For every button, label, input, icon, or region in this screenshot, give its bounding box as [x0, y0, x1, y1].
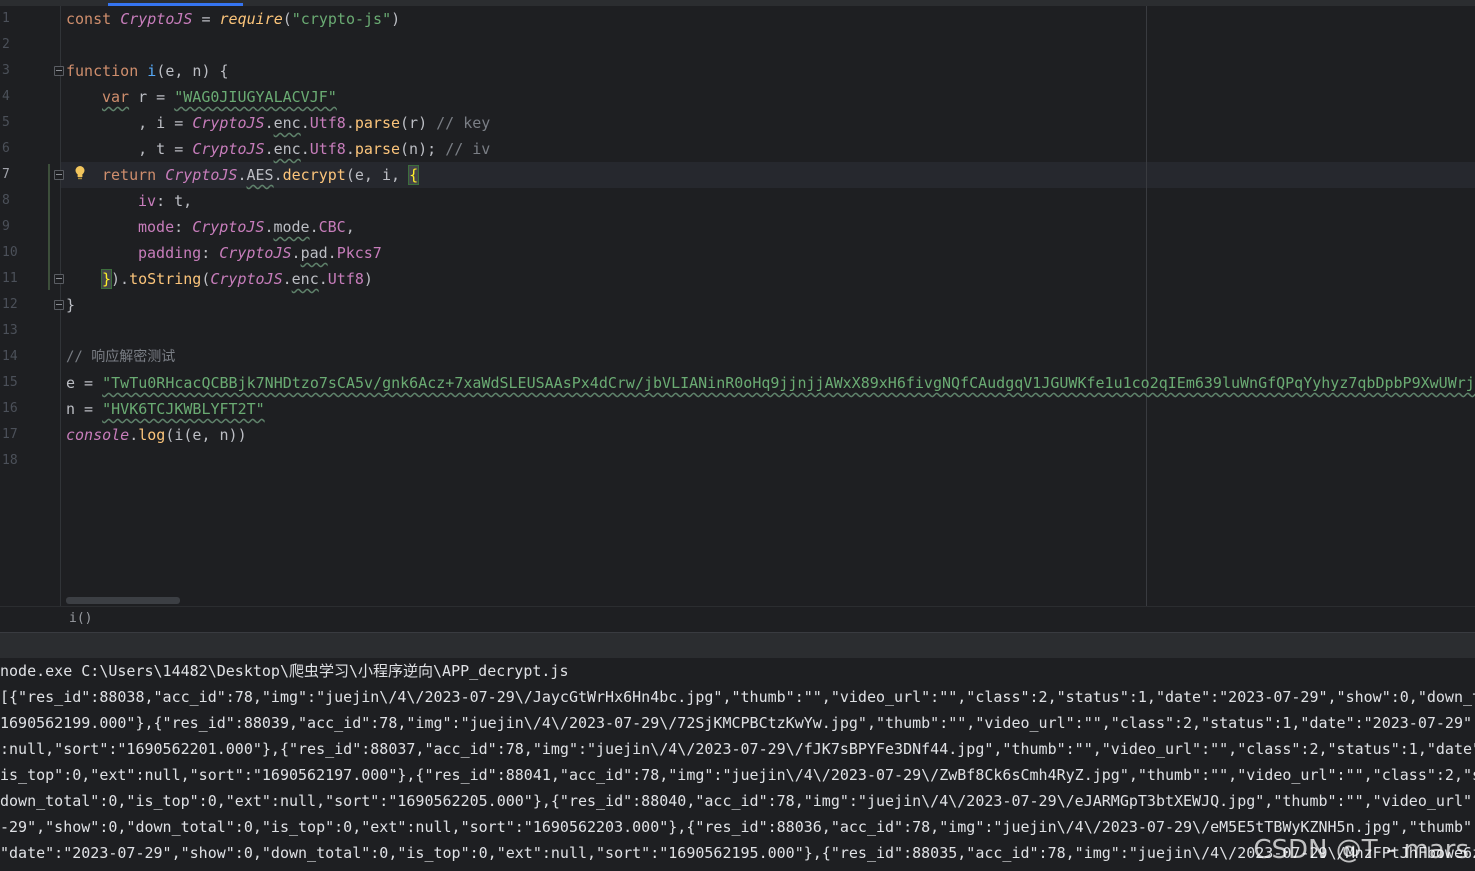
fold-marker-icon[interactable] [54, 300, 64, 310]
line-number[interactable]: 2 [0, 32, 24, 58]
breadcrumb-item[interactable]: i() [69, 611, 92, 626]
code-line-6[interactable]: , t = CryptoJS.enc.Utf8.parse(n); // iv [102, 136, 490, 162]
run-tool-window-header [0, 632, 1475, 659]
breadcrumb: i() [0, 606, 1475, 633]
line-number[interactable]: 12 [0, 292, 24, 318]
line-number[interactable]: 3 [0, 58, 24, 84]
line-number-gutter[interactable]: 1 2 3 4 5 6 7 8 9 10 11 12 13 14 15 16 17 18 [0, 6, 61, 606]
matched-brace: { [408, 165, 420, 185]
line-number[interactable]: 11 [0, 266, 24, 292]
code-line-11[interactable]: }).toString(CryptoJS.enc.Utf8) [100, 266, 373, 292]
lightbulb-icon[interactable] [74, 165, 86, 181]
line-number[interactable]: 13 [0, 318, 24, 344]
console-line: 1690562199.000"},{"res_id":88039,"acc_id… [0, 714, 1475, 732]
line-number[interactable]: 16 [0, 396, 24, 422]
code-line-9[interactable]: mode: CryptoJS.mode.CBC, [138, 214, 355, 240]
line-number[interactable]: 10 [0, 240, 24, 266]
code-line-1[interactable]: const CryptoJS = require("crypto-js") [66, 6, 400, 32]
scope-indicator [48, 164, 50, 290]
line-number[interactable]: 5 [0, 110, 24, 136]
fold-marker-icon[interactable] [54, 170, 64, 180]
line-number[interactable]: 6 [0, 136, 24, 162]
fold-marker-icon[interactable] [54, 66, 64, 76]
line-number[interactable]: 9 [0, 214, 24, 240]
code-line-4[interactable]: var r = "WAG0JIUGYALACVJF" [102, 84, 337, 110]
code-line-15[interactable]: e = "TwTu0RHcacQCBBjk7NHDtzo7sCA5v/gnk6A… [66, 370, 1475, 396]
console-line: is_top":0,"ext":null,"sort":"1690562197.… [0, 766, 1475, 784]
line-number[interactable]: 8 [0, 188, 24, 214]
code-line-3[interactable]: function i(e, n) { [66, 58, 229, 84]
right-margin-guide [1146, 6, 1147, 606]
code-line-7[interactable]: return CryptoJS.AES.decrypt(e, i, { [102, 162, 420, 188]
code-line-17[interactable]: console.log(i(e, n)) [66, 422, 247, 448]
watermark: CSDN @T - mars [1253, 835, 1469, 865]
console-line: [{"res_id":88038,"acc_id":78,"img":"juej… [0, 688, 1475, 706]
line-number[interactable]: 17 [0, 422, 24, 448]
code-line-14[interactable]: // 响应解密测试 [66, 344, 175, 370]
line-number[interactable]: 4 [0, 84, 24, 110]
horizontal-scrollbar[interactable] [66, 597, 180, 604]
console-line: down_total":0,"is_top":0,"ext":null,"sor… [0, 792, 1475, 810]
line-number[interactable]: 15 [0, 370, 24, 396]
code-line-10[interactable]: padding: CryptoJS.pad.Pkcs7 [138, 240, 382, 266]
matched-brace: } [100, 269, 113, 289]
line-number[interactable]: 18 [0, 448, 24, 474]
code-line-5[interactable]: , i = CryptoJS.enc.Utf8.parse(r) // key [102, 110, 490, 136]
code-line-12[interactable]: } [66, 292, 75, 318]
code-line-16[interactable]: n = "HVK6TCJKWBLYFT2T" [66, 396, 265, 422]
line-number[interactable]: 7 [0, 162, 24, 188]
run-console[interactable]: node.exe C:\Users\14482\Desktop\爬虫学习\小程序… [0, 658, 1475, 871]
console-line: :null,"sort":"1690562201.000"},{"res_id"… [0, 740, 1475, 758]
line-number[interactable]: 14 [0, 344, 24, 370]
line-number[interactable]: 1 [0, 6, 24, 32]
code-line-8[interactable]: iv: t, [138, 188, 192, 214]
code-editor[interactable]: 1 2 3 4 5 6 7 8 9 10 11 12 13 14 15 16 17 18 const Crypto… [0, 0, 1475, 606]
fold-marker-icon[interactable] [54, 274, 64, 284]
console-line: node.exe C:\Users\14482\Desktop\爬虫学习\小程序… [0, 662, 569, 680]
